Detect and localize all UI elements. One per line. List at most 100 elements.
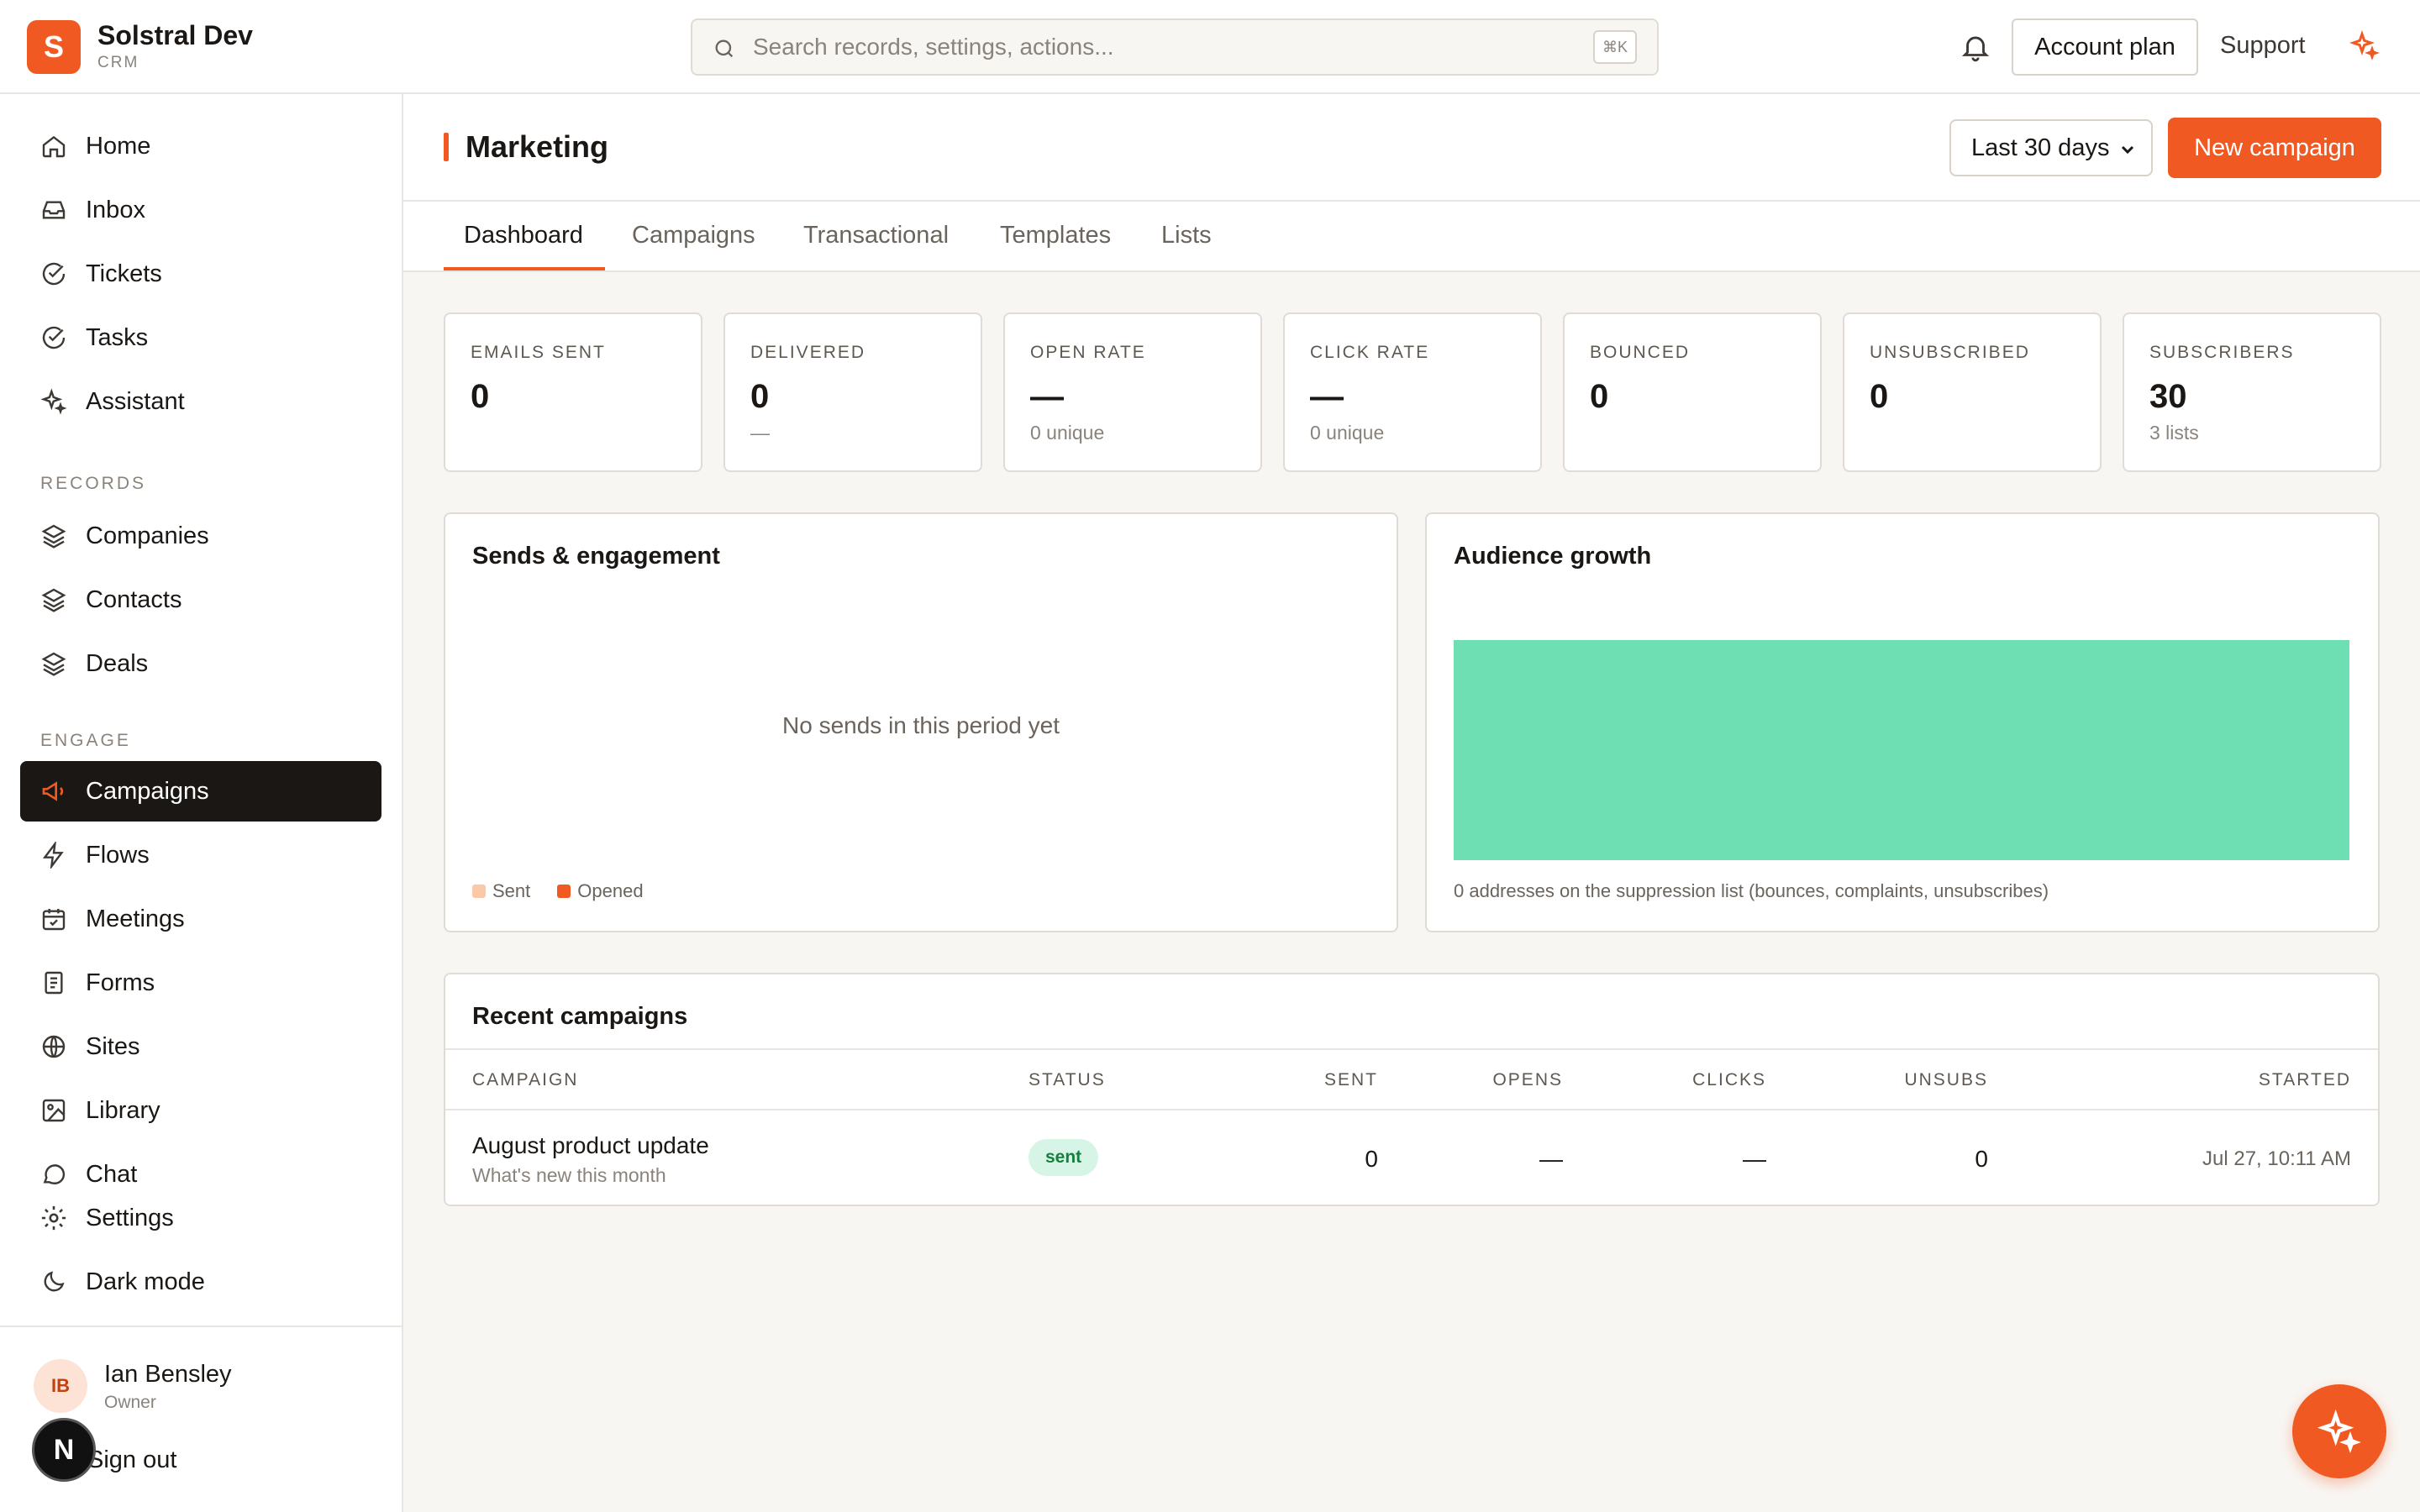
bell-icon[interactable] (1960, 30, 1991, 64)
stat-sub: 0 unique (1310, 422, 1385, 444)
column-header-status[interactable]: STATUS (1028, 1070, 1106, 1090)
sparkle-icon (39, 386, 69, 417)
new-campaign-button[interactable]: New campaign (2168, 118, 2381, 178)
stat-sub: 3 lists (2149, 422, 2199, 444)
campaign-name[interactable]: August product update (472, 1132, 709, 1159)
sidebar-item-label: Inbox (86, 196, 145, 223)
stat-label: BOUNCED (1590, 343, 1691, 362)
chevron-down-icon (2121, 145, 2134, 155)
stat-label: UNSUBSCRIBED (1870, 343, 2030, 362)
empty-state-message: No sends in this period yet (782, 712, 1060, 738)
legend-item-opened: Opened (557, 880, 644, 902)
audience-growth-area (1454, 640, 2349, 860)
sidebar-item-assistant[interactable]: Assistant (20, 371, 381, 432)
layers-icon (39, 648, 69, 679)
sends-engagement-panel: Sends & engagement No sends in this peri… (444, 512, 1398, 932)
sidebar-item-library[interactable]: Library (20, 1080, 381, 1141)
sidebar-item-home[interactable]: Home (20, 116, 381, 176)
moon-icon (39, 1267, 69, 1297)
page-header: Marketing Last 30 days New campaign (403, 94, 2420, 202)
sidebar-item-companies[interactable]: Companies (20, 506, 381, 566)
cell-clicks: — (1743, 1146, 1766, 1172)
sidebar-item-meetings[interactable]: Meetings (20, 889, 381, 949)
page-title: Marketing (466, 129, 609, 164)
sidebar-divider (0, 1326, 402, 1327)
column-header-clicks[interactable]: CLICKS (1692, 1070, 1766, 1090)
sidebar-item-tickets[interactable]: Tickets (20, 244, 381, 304)
column-header-unsubs[interactable]: UNSUBS (1904, 1070, 1988, 1090)
legend-item-sent: Sent (472, 880, 530, 902)
tab-dashboard[interactable]: Dashboard (464, 222, 583, 249)
date-range-select[interactable]: Last 30 days (1949, 119, 2153, 176)
stat-label: OPEN RATE (1030, 343, 1146, 362)
sidebar-item-label: Campaigns (86, 777, 209, 805)
sidebar-item-label: Dark mode (86, 1268, 205, 1295)
sidebar-item-tasks[interactable]: Tasks (20, 307, 381, 368)
sparkle-icon (2317, 1410, 2361, 1453)
check-circle-icon (39, 259, 69, 289)
assistant-fab[interactable] (2292, 1384, 2386, 1478)
user-name: Ian Bensley (104, 1361, 232, 1388)
tab-bar: Dashboard Campaigns Transactional Templa… (403, 202, 2420, 272)
cell-unsubs: 0 (1975, 1146, 1988, 1172)
title-accent-bar (444, 133, 449, 161)
bolt-icon (39, 840, 69, 870)
megaphone-icon (39, 776, 69, 806)
tab-lists[interactable]: Lists (1161, 222, 1212, 249)
date-range-value: Last 30 days (1971, 134, 2110, 161)
panel-title: Audience growth (1454, 543, 1652, 570)
search-shortcut-hint: ⌘K (1593, 30, 1637, 64)
stat-label: CLICK RATE (1310, 343, 1430, 362)
sidebar-item-label: Tasks (86, 323, 149, 351)
sidebar-item-label: Sites (86, 1032, 140, 1060)
dev-tools-badge[interactable]: N (32, 1418, 96, 1482)
stat-card-click-rate: CLICK RATE — 0 unique (1283, 312, 1542, 472)
stat-card-emails-sent: EMAILS SENT 0 (444, 312, 702, 472)
sidebar-item-label: Library (86, 1096, 160, 1124)
dark-mode-toggle[interactable]: Dark mode (20, 1252, 381, 1312)
column-header-campaign[interactable]: CAMPAIGN (472, 1070, 578, 1090)
image-icon (39, 1095, 69, 1126)
tab-campaigns[interactable]: Campaigns (632, 222, 755, 249)
sidebar-item-label: Meetings (86, 905, 185, 932)
tab-transactional[interactable]: Transactional (803, 222, 949, 249)
sidebar-item-settings[interactable]: Settings (20, 1188, 381, 1248)
user-role: Owner (104, 1393, 156, 1412)
sidebar-item-deals[interactable]: Deals (20, 633, 381, 694)
audience-growth-panel: Audience growth 0 addresses on the suppr… (1425, 512, 2380, 932)
sidebar-item-inbox[interactable]: Inbox (20, 180, 381, 240)
stat-card-delivered: DELIVERED 0 — (723, 312, 982, 472)
search-input[interactable] (753, 30, 1576, 64)
brand-subtitle: CRM (97, 54, 139, 71)
sidebar-item-forms[interactable]: Forms (20, 953, 381, 1013)
section-label-engage: ENGAGE (40, 731, 131, 750)
sign-out-link[interactable]: Sign out (87, 1446, 176, 1474)
column-header-opens[interactable]: OPENS (1492, 1070, 1563, 1090)
account-plan-button[interactable]: Account plan (2012, 18, 2198, 76)
column-header-started[interactable]: STARTED (2259, 1070, 2351, 1090)
avatar[interactable]: IB (34, 1359, 87, 1413)
column-header-sent[interactable]: SENT (1324, 1070, 1378, 1090)
stat-value: 0 (1870, 378, 1889, 415)
stat-label: SUBSCRIBERS (2149, 343, 2295, 362)
global-search[interactable]: ⌘K (691, 18, 1659, 76)
stat-value: 0 (471, 378, 490, 415)
brand-name: Solstral Dev (97, 20, 253, 50)
sidebar-item-contacts[interactable]: Contacts (20, 570, 381, 630)
search-icon (715, 39, 734, 58)
sparkle-icon[interactable] (2349, 30, 2380, 60)
stat-card-bounced: BOUNCED 0 (1563, 312, 1822, 472)
stat-value: 0 (1590, 378, 1609, 415)
tab-templates[interactable]: Templates (1000, 222, 1111, 249)
sidebar: Home Inbox Tickets Tasks Assistant RECOR… (0, 94, 403, 1512)
sidebar-item-flows[interactable]: Flows (20, 825, 381, 885)
support-link[interactable]: Support (2220, 32, 2306, 60)
status-badge: sent (1028, 1139, 1099, 1176)
brand-logo[interactable]: S (27, 20, 81, 74)
stat-label: DELIVERED (750, 343, 866, 362)
cell-opens: — (1539, 1146, 1563, 1172)
stat-card-subscribers: SUBSCRIBERS 30 3 lists (2123, 312, 2381, 472)
recent-campaigns-panel: Recent campaigns CAMPAIGN STATUS SENT OP… (444, 973, 2380, 1206)
sidebar-item-sites[interactable]: Sites (20, 1016, 381, 1077)
sidebar-item-campaigns[interactable]: Campaigns (20, 761, 381, 822)
